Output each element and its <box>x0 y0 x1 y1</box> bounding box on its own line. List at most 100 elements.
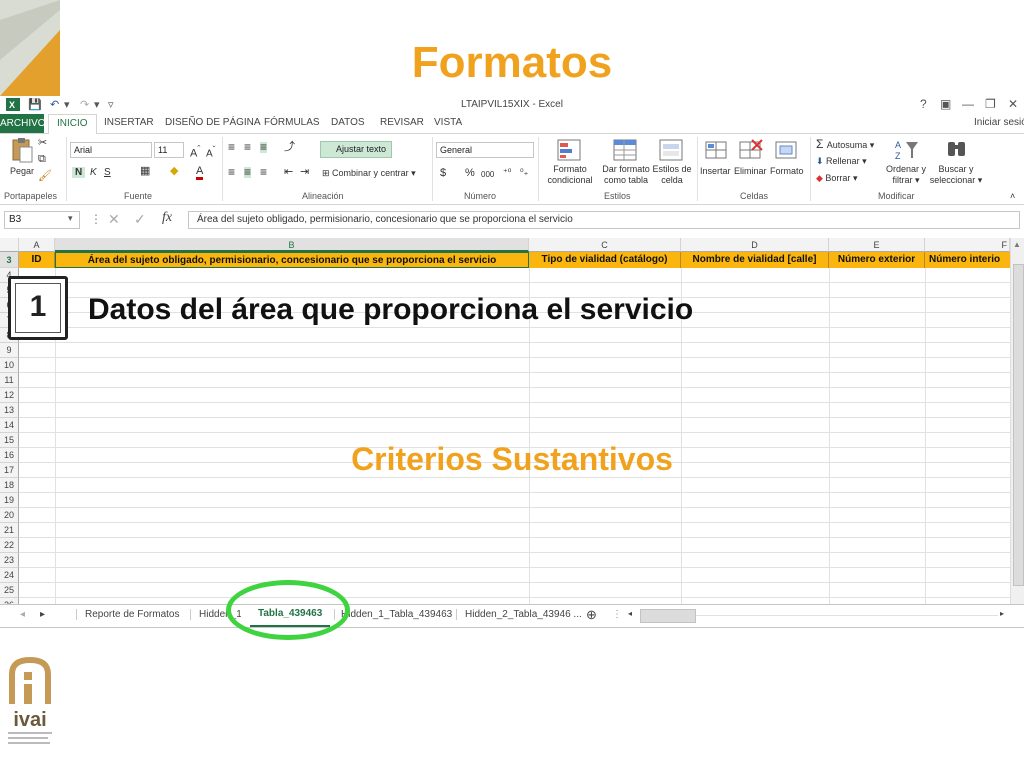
conditional-format-icon[interactable] <box>556 138 582 162</box>
format-as-table-icon[interactable] <box>612 138 638 162</box>
row-header[interactable]: 24 <box>0 568 19 583</box>
cut-icon[interactable]: ✂ <box>38 138 47 149</box>
row-header[interactable]: 9 <box>0 343 19 358</box>
tab-archivo[interactable]: ARCHIVO <box>0 114 46 133</box>
header-cell-numero-exterior[interactable]: Número exterior <box>829 252 925 268</box>
row-header[interactable]: 25 <box>0 583 19 598</box>
tab-split-icon[interactable]: ⋮ <box>612 609 622 620</box>
decrease-indent-icon[interactable]: ⇤ <box>284 167 293 178</box>
row-header[interactable]: 12 <box>0 388 19 403</box>
close-button[interactable]: ✕ <box>1008 97 1018 111</box>
grow-font-icon[interactable]: Aˆ <box>190 144 200 160</box>
font-color-icon[interactable]: A <box>196 166 204 180</box>
row-header[interactable]: 13 <box>0 403 19 418</box>
align-center-icon[interactable]: ≡ <box>244 166 252 178</box>
scroll-right-icon[interactable]: ▸ <box>1000 609 1004 618</box>
column-header-a[interactable]: A <box>19 238 55 252</box>
header-cell-numero-interior[interactable]: Número interio <box>925 252 1010 268</box>
next-sheet-icon[interactable]: ▸ <box>40 609 45 620</box>
align-left-icon[interactable]: ≡ <box>228 166 235 178</box>
restore-button[interactable]: ❐ <box>985 97 996 111</box>
row-header[interactable]: 21 <box>0 523 19 538</box>
horizontal-scroll-thumb[interactable] <box>640 609 696 623</box>
scroll-left-icon[interactable]: ◂ <box>628 609 632 618</box>
vertical-scrollbar[interactable]: ▲ <box>1010 238 1024 604</box>
cell-styles-button[interactable]: Estilos de celda <box>652 164 692 186</box>
tab-vista[interactable]: VISTA <box>434 117 462 128</box>
more-options-icon[interactable]: ⋮ <box>90 212 102 226</box>
paste-button[interactable]: Pegar <box>10 166 34 177</box>
number-format-select[interactable]: General <box>436 142 534 158</box>
help-button[interactable]: ? <box>920 97 927 111</box>
row-header[interactable]: 14 <box>0 418 19 433</box>
tab-revisar[interactable]: REVISAR <box>380 117 424 128</box>
confirm-entry-icon[interactable]: ✓ <box>134 211 146 228</box>
insert-function-button[interactable]: fx <box>162 210 172 226</box>
tab-datos[interactable]: DATOS <box>331 117 365 128</box>
paste-icon[interactable] <box>10 138 36 163</box>
name-box-dropdown-icon[interactable]: ▾ <box>68 213 73 224</box>
formula-input[interactable]: Área del sujeto obligado, permisionario,… <box>188 211 1020 229</box>
merge-center-button[interactable]: ⊞ Combinar y centrar ▾ <box>322 168 416 179</box>
shrink-font-icon[interactable]: Aˇ <box>206 144 215 159</box>
header-cell-area[interactable]: Área del sujeto obligado, permisionario,… <box>55 252 529 268</box>
find-select-icon[interactable] <box>944 138 970 162</box>
delete-button[interactable]: Eliminar <box>734 166 767 177</box>
autosum-button[interactable]: Σ Autosuma ▾ <box>816 138 874 151</box>
minimize-button[interactable]: — <box>962 97 974 111</box>
collapse-ribbon-icon[interactable]: ˄ <box>1010 191 1015 202</box>
align-right-icon[interactable]: ≡ <box>260 166 267 178</box>
format-button[interactable]: Formato <box>770 166 804 177</box>
column-header-d[interactable]: D <box>681 238 829 252</box>
column-header-e[interactable]: E <box>829 238 925 252</box>
row-header[interactable]: 11 <box>0 373 19 388</box>
align-top-icon[interactable]: ≡ <box>228 141 235 153</box>
format-as-table-button[interactable]: Dar formato como tabla <box>600 164 652 186</box>
column-header-b[interactable]: B <box>55 238 529 252</box>
fill-button[interactable]: ⬇ Rellenar ▾ <box>816 156 867 167</box>
sheet-tab-hidden-1-tabla[interactable]: Hidden_1_Tabla_439463 <box>334 609 452 620</box>
scroll-up-icon[interactable]: ▲ <box>1013 240 1021 249</box>
sort-filter-button[interactable]: Ordenar y filtrar ▾ <box>884 164 928 186</box>
tab-inicio[interactable]: INICIO <box>48 114 97 135</box>
prev-sheet-icon[interactable]: ◂ <box>20 609 25 620</box>
sort-filter-icon[interactable]: AZ <box>894 138 920 162</box>
tab-diseno-pagina[interactable]: DISEÑO DE PÁGINA <box>165 117 261 128</box>
row-header[interactable]: 3 <box>0 252 19 268</box>
font-name-select[interactable]: Arial <box>70 142 152 158</box>
align-bottom-icon[interactable]: ≡ <box>260 141 268 153</box>
decrease-decimal-icon[interactable]: ⁰₊ <box>520 167 528 178</box>
header-cell-id[interactable]: ID <box>19 252 55 268</box>
ribbon-display-button[interactable]: ▣ <box>940 97 951 111</box>
thousands-button[interactable]: 000 <box>481 169 494 180</box>
add-sheet-icon[interactable]: ⊕ <box>586 607 597 623</box>
bold-button[interactable]: N <box>72 167 86 178</box>
fill-color-icon[interactable]: ◆ <box>170 166 178 177</box>
horizontal-scroll-track[interactable] <box>696 615 998 616</box>
cell-styles-icon[interactable] <box>658 138 684 162</box>
conditional-format-button[interactable]: Formato condicional <box>542 164 598 186</box>
signin-link[interactable]: Iniciar sesión <box>974 117 1024 128</box>
increase-decimal-icon[interactable]: ⁺⁰ <box>503 167 511 178</box>
delete-cells-icon[interactable] <box>738 138 764 162</box>
select-all-corner[interactable] <box>0 238 19 252</box>
percent-button[interactable]: % <box>465 168 475 179</box>
italic-button[interactable]: K <box>90 167 97 178</box>
sheet-tab-hidden-2-tabla[interactable]: Hidden_2_Tabla_43946 ... <box>456 609 582 620</box>
row-header[interactable]: 23 <box>0 553 19 568</box>
format-painter-icon[interactable]: 🖌 <box>38 171 52 182</box>
align-middle-icon[interactable]: ≡ <box>244 141 251 153</box>
insert-cells-icon[interactable] <box>704 138 730 162</box>
tab-insertar[interactable]: INSERTAR <box>104 117 154 128</box>
borders-icon[interactable]: ▦ <box>140 166 150 177</box>
wrap-text-button[interactable]: Ajustar texto <box>320 141 392 158</box>
cancel-entry-icon[interactable]: ✕ <box>108 211 120 228</box>
format-cells-icon[interactable] <box>774 138 800 162</box>
copy-icon[interactable]: ⧉ <box>38 154 46 165</box>
header-cell-nombre-vialidad[interactable]: Nombre de vialidad [calle] <box>681 252 829 268</box>
column-header-f[interactable]: F <box>925 238 1010 252</box>
tab-formulas[interactable]: FÓRMULAS <box>264 117 320 128</box>
increase-indent-icon[interactable]: ⇥ <box>300 167 309 178</box>
underline-button[interactable]: S <box>104 167 111 178</box>
font-size-select[interactable]: 11 <box>154 142 184 158</box>
